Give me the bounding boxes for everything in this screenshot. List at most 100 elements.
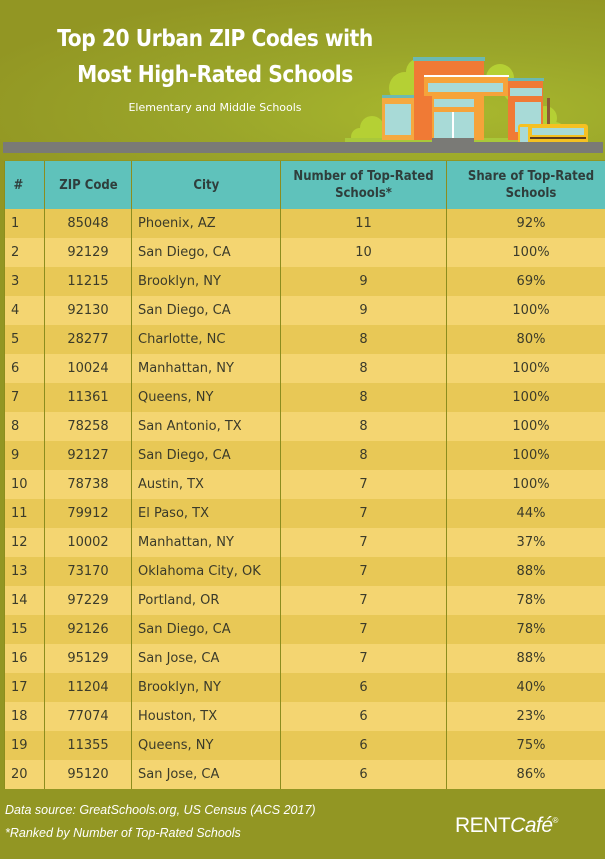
number-cell: 7 xyxy=(280,528,447,557)
share-cell: 100% xyxy=(446,383,605,412)
registered-mark: ® xyxy=(552,816,559,825)
zip-cell: 11355 xyxy=(44,731,132,760)
number-cell: 9 xyxy=(280,267,447,296)
table-row: 14 97229 Portland, OR 7 78% xyxy=(4,586,605,615)
city-cell: Austin, TX xyxy=(131,470,281,499)
zip-cell: 78738 xyxy=(44,470,132,499)
number-cell: 11 xyxy=(280,209,447,238)
city-cell: Queens, NY xyxy=(131,731,281,760)
share-cell: 23% xyxy=(446,702,605,731)
share-cell: 80% xyxy=(446,325,605,354)
number-cell: 6 xyxy=(280,702,447,731)
number-cell: 8 xyxy=(280,325,447,354)
logo-cafe: Café xyxy=(510,814,553,837)
page-title-line2: Most High-Rated Schools xyxy=(77,62,353,88)
table-row: 5 28277 Charlotte, NC 8 80% xyxy=(4,325,605,354)
table-row: 18 77074 Houston, TX 6 23% xyxy=(4,702,605,731)
column-header-number: Number of Top-Rated Schools* xyxy=(280,161,447,209)
city-cell: Manhattan, NY xyxy=(131,354,281,383)
zip-ranking-table: # ZIP Code City Number of Top-Rated Scho… xyxy=(4,161,605,789)
rank-cell: 9 xyxy=(4,441,45,470)
share-cell: 100% xyxy=(446,441,605,470)
number-cell: 6 xyxy=(280,731,447,760)
zip-cell: 79912 xyxy=(44,499,132,528)
share-cell: 44% xyxy=(446,499,605,528)
share-cell: 100% xyxy=(446,238,605,267)
number-cell: 6 xyxy=(280,760,447,789)
city-cell: Queens, NY xyxy=(131,383,281,412)
share-cell: 88% xyxy=(446,644,605,673)
number-cell: 7 xyxy=(280,586,447,615)
table-row: 20 95120 San Jose, CA 6 86% xyxy=(4,760,605,789)
zip-cell: 92126 xyxy=(44,615,132,644)
table-row: 11 79912 El Paso, TX 7 44% xyxy=(4,499,605,528)
header-banner: Top 20 Urban ZIP Codes with Most High-Ra… xyxy=(0,0,605,160)
zip-cell: 73170 xyxy=(44,557,132,586)
ranking-footnote: *Ranked by Number of Top-Rated Schools xyxy=(5,826,241,840)
city-cell: Oklahoma City, OK xyxy=(131,557,281,586)
city-cell: Houston, TX xyxy=(131,702,281,731)
share-cell: 75% xyxy=(446,731,605,760)
city-cell: Brooklyn, NY xyxy=(131,673,281,702)
rank-cell: 18 xyxy=(4,702,45,731)
rentcafe-logo: RENTCafé® xyxy=(455,814,558,838)
table-row: 16 95129 San Jose, CA 7 88% xyxy=(4,644,605,673)
zip-cell: 78258 xyxy=(44,412,132,441)
table-body: 1 85048 Phoenix, AZ 11 92% 2 92129 San Diego, C… xyxy=(4,209,605,789)
zip-cell: 95129 xyxy=(44,644,132,673)
road xyxy=(3,142,603,153)
city-cell: San Diego, CA xyxy=(131,615,281,644)
rank-cell: 8 xyxy=(4,412,45,441)
zip-cell: 85048 xyxy=(44,209,132,238)
table-row: 6 10024 Manhattan, NY 8 100% xyxy=(4,354,605,383)
table-row: 1 85048 Phoenix, AZ 11 92% xyxy=(4,209,605,238)
city-cell: San Diego, CA xyxy=(131,238,281,267)
share-cell: 100% xyxy=(446,296,605,325)
number-cell: 7 xyxy=(280,499,447,528)
rank-cell: 16 xyxy=(4,644,45,673)
column-header-rank: # xyxy=(4,161,45,209)
table-row: 17 11204 Brooklyn, NY 6 40% xyxy=(4,673,605,702)
zip-cell: 28277 xyxy=(44,325,132,354)
table-row: 19 11355 Queens, NY 6 75% xyxy=(4,731,605,760)
number-cell: 7 xyxy=(280,644,447,673)
city-cell: Portland, OR xyxy=(131,586,281,615)
share-cell: 69% xyxy=(446,267,605,296)
page-title-line1: Top 20 Urban ZIP Codes with xyxy=(57,26,373,52)
share-cell: 37% xyxy=(446,528,605,557)
number-cell: 8 xyxy=(280,441,447,470)
rank-cell: 17 xyxy=(4,673,45,702)
zip-cell: 11215 xyxy=(44,267,132,296)
table-row: 10 78738 Austin, TX 7 100% xyxy=(4,470,605,499)
table-row: 3 11215 Brooklyn, NY 9 69% xyxy=(4,267,605,296)
number-cell: 7 xyxy=(280,470,447,499)
rank-cell: 4 xyxy=(4,296,45,325)
column-header-zip: ZIP Code xyxy=(44,161,132,209)
zip-cell: 10002 xyxy=(44,528,132,557)
zip-cell: 11204 xyxy=(44,673,132,702)
zip-cell: 77074 xyxy=(44,702,132,731)
zip-cell: 92130 xyxy=(44,296,132,325)
rank-cell: 11 xyxy=(4,499,45,528)
zip-cell: 92127 xyxy=(44,441,132,470)
table-row: 15 92126 San Diego, CA 7 78% xyxy=(4,615,605,644)
number-cell: 6 xyxy=(280,673,447,702)
table-row: 12 10002 Manhattan, NY 7 37% xyxy=(4,528,605,557)
share-cell: 78% xyxy=(446,615,605,644)
table-header-row: # ZIP Code City Number of Top-Rated Scho… xyxy=(4,161,605,209)
rank-cell: 14 xyxy=(4,586,45,615)
number-cell: 8 xyxy=(280,412,447,441)
city-cell: San Diego, CA xyxy=(131,441,281,470)
share-cell: 88% xyxy=(446,557,605,586)
number-cell: 7 xyxy=(280,557,447,586)
rank-cell: 10 xyxy=(4,470,45,499)
rank-cell: 19 xyxy=(4,731,45,760)
number-cell: 9 xyxy=(280,296,447,325)
rank-cell: 5 xyxy=(4,325,45,354)
share-cell: 86% xyxy=(446,760,605,789)
rank-cell: 3 xyxy=(4,267,45,296)
zip-cell: 11361 xyxy=(44,383,132,412)
city-cell: El Paso, TX xyxy=(131,499,281,528)
rank-cell: 13 xyxy=(4,557,45,586)
city-cell: Charlotte, NC xyxy=(131,325,281,354)
